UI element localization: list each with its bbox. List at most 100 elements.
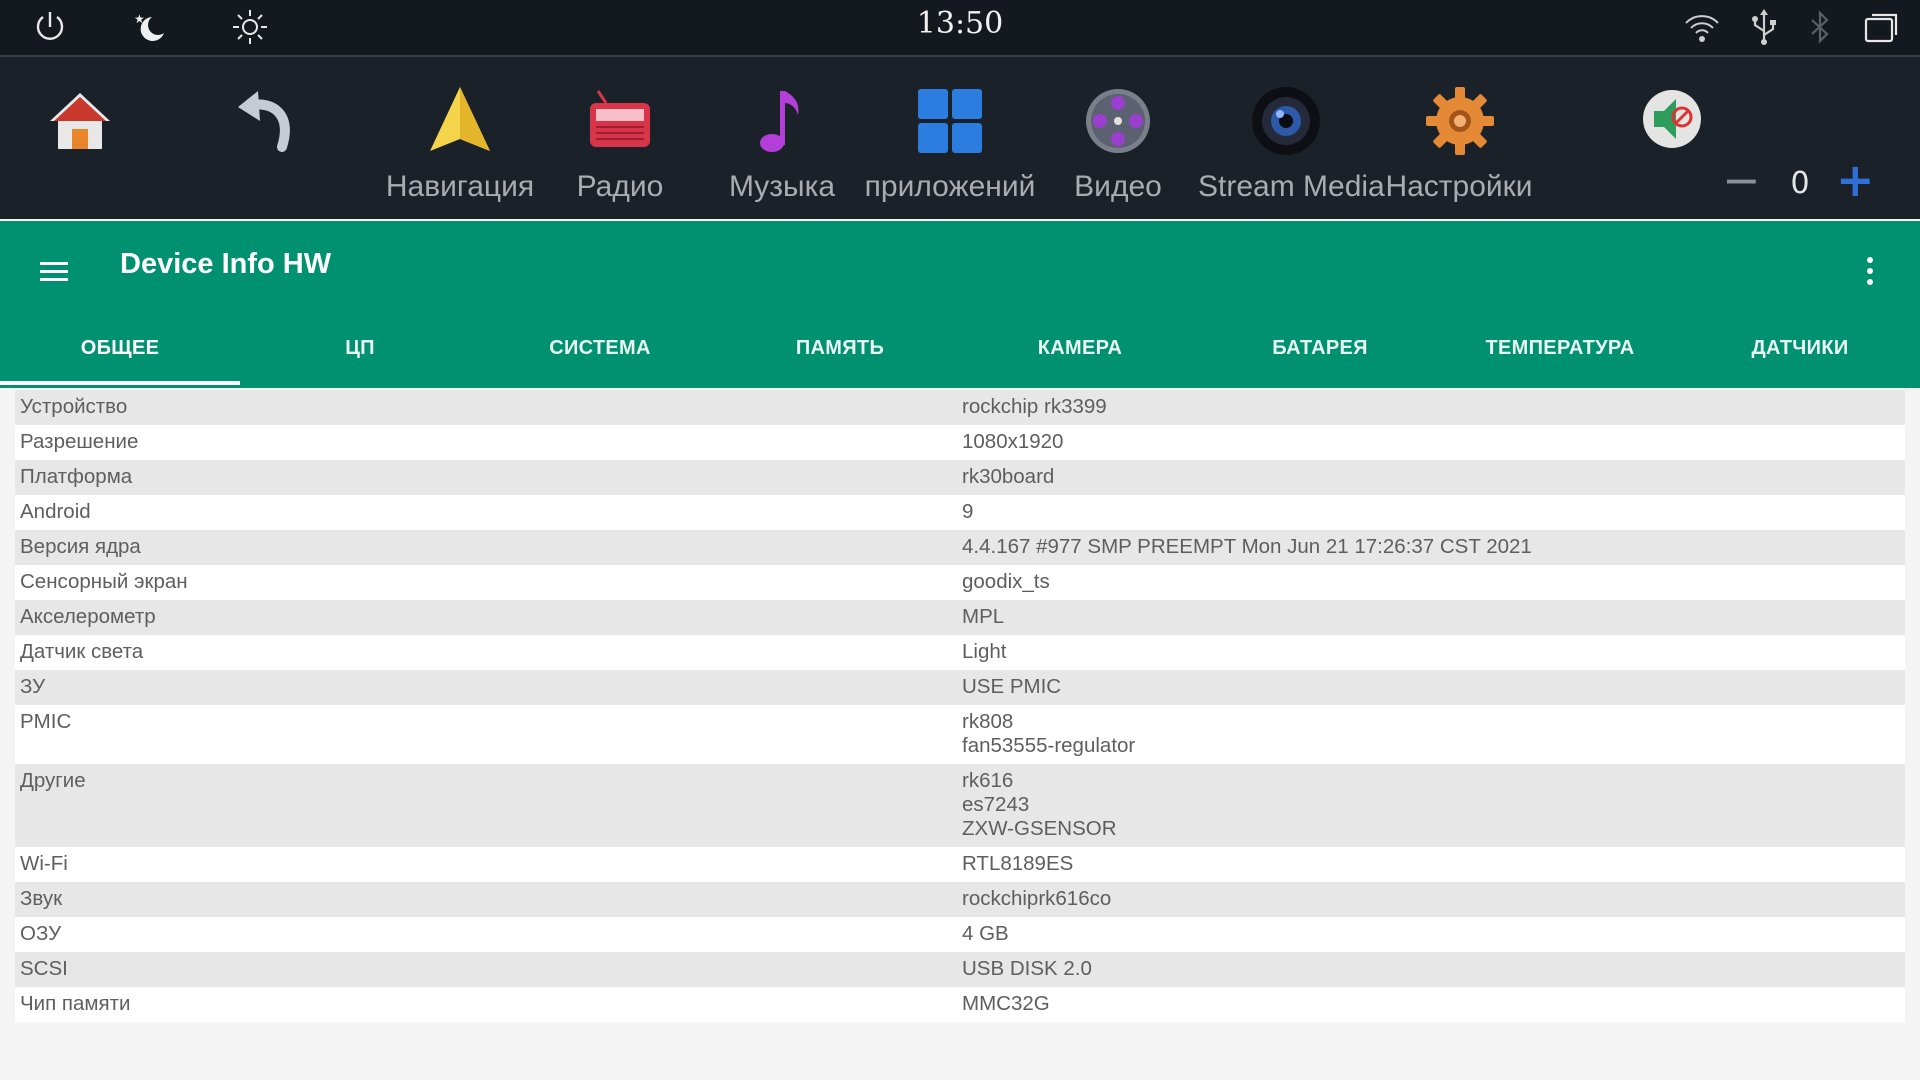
row-value: rk30board bbox=[962, 465, 1055, 488]
home-icon bbox=[44, 85, 116, 157]
dock-label: Stream Media bbox=[1198, 170, 1385, 203]
brightness-icon[interactable] bbox=[230, 7, 270, 47]
row-value: rk808 fan53555-regulator bbox=[962, 710, 1136, 757]
row-value: Light bbox=[962, 640, 1007, 663]
dock-item-stream-media[interactable]: Stream Media bbox=[1198, 57, 1385, 219]
music-note-icon bbox=[746, 85, 818, 157]
volume-up-button[interactable]: + bbox=[1836, 157, 1875, 203]
row-value: 9 bbox=[962, 500, 974, 523]
row-value: goodix_ts bbox=[962, 570, 1050, 593]
table-row: Звук rockchiprk616co bbox=[15, 882, 1905, 917]
tab-sensors[interactable]: ДАТЧИКИ bbox=[1680, 333, 1920, 388]
dock-label: Музыка bbox=[728, 170, 836, 203]
table-row: Устройство rockchip rk3399 bbox=[15, 390, 1905, 425]
status-bar: ★ 13:50 bbox=[0, 0, 1920, 57]
row-key: Звук bbox=[20, 887, 63, 910]
clock: 13:50 bbox=[916, 6, 1004, 41]
table-row: PMIC rk808 fan53555-regulator bbox=[15, 705, 1905, 764]
row-key: Датчик света bbox=[20, 640, 144, 663]
dock-item-back[interactable] bbox=[230, 57, 302, 219]
tab-temperature[interactable]: ТЕМПЕРАТУРА bbox=[1440, 333, 1680, 388]
speaker-mute-icon bbox=[1640, 87, 1704, 151]
app-dock: Навигация Радио Музыка приложений Видео … bbox=[0, 57, 1920, 219]
row-value: USB DISK 2.0 bbox=[962, 957, 1092, 980]
dock-label: Радио bbox=[576, 170, 664, 203]
table-row: ЗУ USE PMIC bbox=[15, 670, 1905, 705]
table-row: SCSI USB DISK 2.0 bbox=[15, 952, 1905, 987]
tab-memory[interactable]: ПАМЯТЬ bbox=[720, 333, 960, 388]
dock-item-video[interactable]: Видео bbox=[1058, 57, 1178, 219]
recent-apps-icon[interactable] bbox=[1862, 7, 1902, 47]
tab-battery[interactable]: БАТАРЕЯ bbox=[1200, 333, 1440, 388]
dock-item-apps[interactable]: приложений bbox=[860, 57, 1040, 219]
table-row: Wi-Fi RTL8189ES bbox=[15, 847, 1905, 882]
row-key: PMIC bbox=[20, 710, 72, 733]
volume-mute-button[interactable] bbox=[1640, 57, 1704, 219]
app-title: Device Info HW bbox=[120, 248, 332, 280]
bluetooth-icon[interactable] bbox=[1800, 7, 1840, 47]
table-row: Android 9 bbox=[15, 495, 1905, 530]
active-tab-indicator bbox=[0, 381, 240, 385]
row-value: 4 GB bbox=[962, 922, 1009, 945]
night-mode-icon[interactable]: ★ bbox=[130, 7, 170, 47]
dock-item-settings[interactable]: Настройки bbox=[1384, 57, 1534, 219]
volume-value: 0 bbox=[1790, 166, 1810, 201]
wifi-icon[interactable] bbox=[1682, 7, 1722, 47]
table-row: Разрешение 1080x1920 bbox=[15, 425, 1905, 460]
camera-lens-icon bbox=[1250, 85, 1322, 157]
table-row: Платформа rk30board bbox=[15, 460, 1905, 495]
row-value: rockchip rk3399 bbox=[962, 395, 1107, 418]
row-key: Чип памяти bbox=[20, 992, 131, 1015]
row-value: 1080x1920 bbox=[962, 430, 1064, 453]
hamburger-menu-icon[interactable] bbox=[38, 256, 70, 288]
more-options-icon[interactable] bbox=[1860, 255, 1880, 289]
tab-camera[interactable]: КАМЕРА bbox=[960, 333, 1200, 388]
dock-label: Видео bbox=[1074, 170, 1162, 203]
tab-bar: ОБЩЕЕ ЦП СИСТЕМА ПАМЯТЬ КАМЕРА БАТАРЕЯ Т… bbox=[0, 333, 1920, 388]
radio-icon bbox=[584, 85, 656, 157]
table-row: Другие rk616 es7243 ZXW-GSENSOR bbox=[15, 764, 1905, 847]
tab-system[interactable]: СИСТЕМА bbox=[480, 333, 720, 388]
row-key: Версия ядра bbox=[20, 535, 141, 558]
row-key: Акселерометр bbox=[20, 605, 156, 628]
tab-cpu[interactable]: ЦП bbox=[240, 333, 480, 388]
dock-label: приложений bbox=[864, 170, 1036, 203]
navigation-icon bbox=[424, 85, 496, 157]
table-row: Версия ядра 4.4.167 #977 SMP PREEMPT Mon… bbox=[15, 530, 1905, 565]
dock-label: Настройки bbox=[1385, 170, 1533, 203]
device-info-table: Устройство rockchip rk3399 Разрешение 10… bbox=[15, 390, 1905, 1022]
app-bar: Device Info HW ОБЩЕЕ ЦП СИСТЕМА ПАМЯТЬ К… bbox=[0, 221, 1920, 388]
apps-grid-icon bbox=[914, 85, 986, 157]
row-value: rockchiprk616co bbox=[962, 887, 1112, 910]
gear-icon bbox=[1424, 85, 1496, 157]
row-key: Wi-Fi bbox=[20, 852, 68, 875]
dock-item-navigation[interactable]: Навигация bbox=[380, 57, 540, 219]
table-row: Чип памяти MMC32G bbox=[15, 987, 1905, 1022]
row-key: Устройство bbox=[20, 395, 128, 418]
dock-item-radio[interactable]: Радио bbox=[560, 57, 680, 219]
dock-item-music[interactable]: Музыка bbox=[722, 57, 842, 219]
svg-text:★: ★ bbox=[134, 12, 145, 26]
table-row: ОЗУ 4 GB bbox=[15, 917, 1905, 952]
row-value: MMC32G bbox=[962, 992, 1050, 1015]
row-value: MPL bbox=[962, 605, 1005, 628]
volume-down-button[interactable]: − bbox=[1722, 157, 1761, 203]
row-key: ОЗУ bbox=[20, 922, 62, 945]
row-key: ЗУ bbox=[20, 675, 46, 698]
row-value: RTL8189ES bbox=[962, 852, 1074, 875]
back-arrow-icon bbox=[230, 85, 302, 157]
row-key: Разрешение bbox=[20, 430, 139, 453]
row-key: Платформа bbox=[20, 465, 133, 488]
tab-general[interactable]: ОБЩЕЕ bbox=[0, 333, 240, 388]
row-key: SCSI bbox=[20, 957, 68, 980]
row-value: rk616 es7243 ZXW-GSENSOR bbox=[962, 769, 1117, 840]
table-row: Датчик света Light bbox=[15, 635, 1905, 670]
row-key: Сенсорный экран bbox=[20, 570, 188, 593]
table-row: Сенсорный экран goodix_ts bbox=[15, 565, 1905, 600]
row-key: Другие bbox=[20, 769, 86, 792]
dock-item-home[interactable] bbox=[44, 57, 116, 219]
power-icon[interactable] bbox=[30, 7, 70, 47]
table-row: Акселерометр MPL bbox=[15, 600, 1905, 635]
dock-label: Навигация bbox=[385, 170, 535, 203]
usb-icon bbox=[1744, 7, 1784, 47]
